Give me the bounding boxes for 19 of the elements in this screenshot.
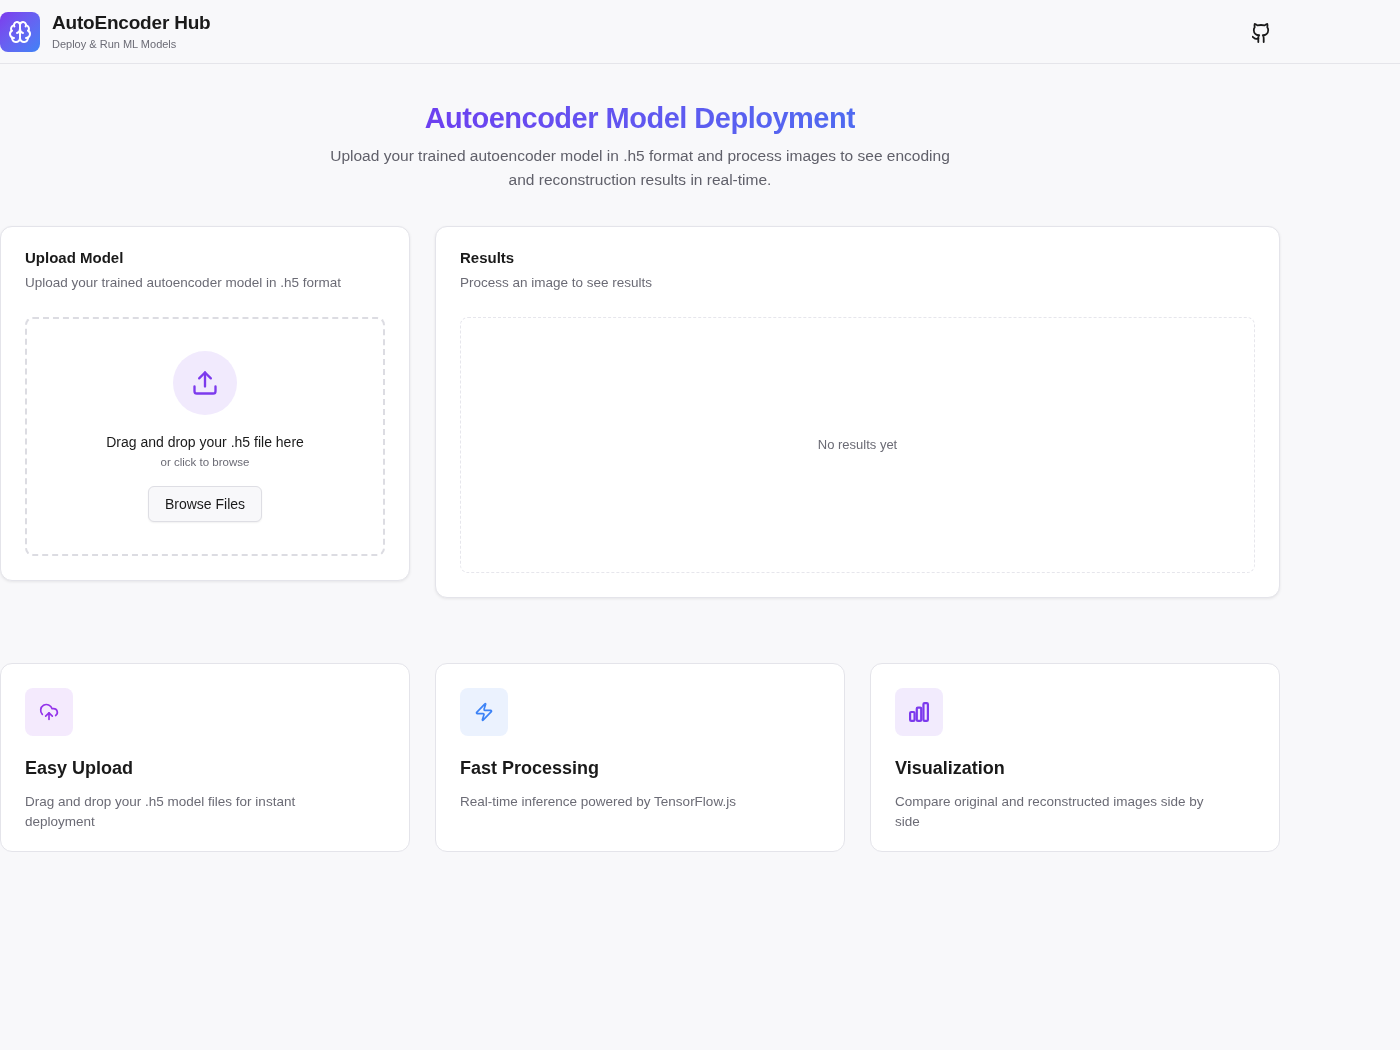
page-description: Upload your trained autoencoder model in .h5 format and process images to see encoding and reconstruction results in real-time. (329, 146, 951, 190)
drop-prompt: Drag and drop your .h5 file here (106, 433, 304, 452)
file-drop-zone[interactable]: Drag and drop your .h5 file here or click to browse Browse Files (25, 317, 385, 556)
drop-hint: or click to browse (160, 455, 250, 470)
github-icon[interactable] (1252, 22, 1270, 43)
browse-files-button[interactable]: Browse Files (147, 486, 263, 522)
card-description: Upload your trained autoencoder model in .h5 format (25, 274, 342, 292)
feature-title: Visualization (895, 757, 1006, 780)
feature-description: Drag and drop your .h5 model files for instant deployment (25, 793, 297, 831)
card-title: Upload Model (25, 248, 125, 268)
feature-description: Real-time inference powered by TensorFlow.js (460, 793, 737, 811)
feature-title: Fast Processing (460, 757, 601, 780)
empty-results-text: No results yet (817, 436, 898, 455)
feature-description: Compare original and reconstructed images side by side (895, 793, 1205, 831)
feature-title: Easy Upload (25, 757, 135, 780)
app-title: AutoEncoder Hub (52, 11, 211, 35)
app-subtitle: Deploy & Run ML Models (52, 37, 178, 52)
card-title: Results (460, 248, 516, 268)
card-description: Process an image to see results (460, 274, 654, 292)
